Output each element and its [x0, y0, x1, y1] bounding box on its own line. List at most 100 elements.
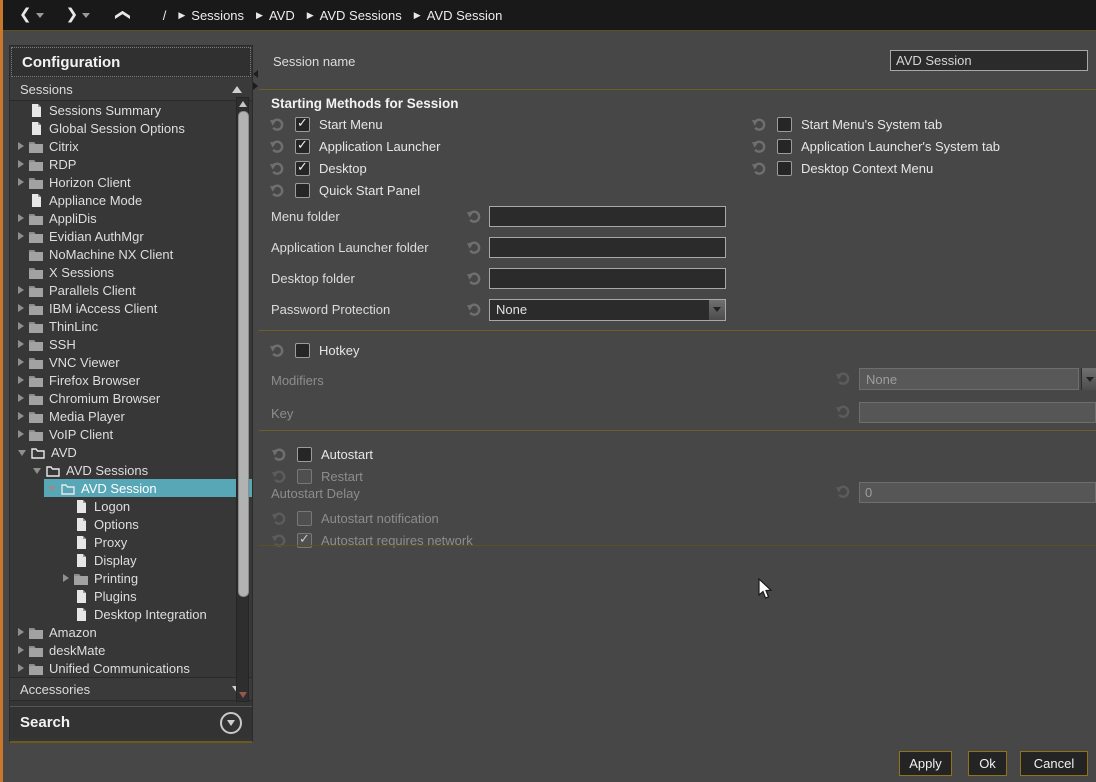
expand-arrow-icon[interactable] [18, 646, 24, 654]
password-protection-dropdown-icon[interactable] [708, 300, 725, 320]
revert-icon[interactable] [269, 161, 287, 176]
scrollbar-thumb[interactable] [238, 111, 249, 597]
tree-item-rdp[interactable]: RDP [10, 155, 252, 173]
expand-arrow-icon[interactable] [18, 304, 24, 312]
cancel-button[interactable]: Cancel [1020, 751, 1088, 776]
revert-icon[interactable] [269, 139, 287, 154]
tree-item-vnc-viewer[interactable]: VNC Viewer [10, 353, 252, 371]
expand-arrow-icon[interactable] [18, 322, 24, 330]
tree-item-global-session-options[interactable]: Global Session Options [10, 119, 252, 137]
expand-arrow-icon[interactable] [18, 664, 24, 672]
scroll-down-icon[interactable] [239, 692, 247, 698]
back-history-dropdown-icon[interactable] [36, 13, 44, 18]
collapse-arrow-icon[interactable] [48, 486, 56, 492]
forward-history-dropdown-icon[interactable] [82, 13, 90, 18]
tree-item-display[interactable]: Display [10, 551, 252, 569]
tree-item-media-player[interactable]: Media Player [10, 407, 252, 425]
revert-icon[interactable] [269, 183, 287, 198]
tree-item-parallels-client[interactable]: Parallels Client [10, 281, 252, 299]
tree-item-evidian-authmgr[interactable]: Evidian AuthMgr [10, 227, 252, 245]
collapse-arrow-icon[interactable] [18, 450, 26, 456]
tree-item-chromium-browser[interactable]: Chromium Browser [10, 389, 252, 407]
tree-item-options[interactable]: Options [10, 515, 252, 533]
tree-item-proxy[interactable]: Proxy [10, 533, 252, 551]
tree-item-plugins[interactable]: Plugins [10, 587, 252, 605]
breadcrumb-item[interactable]: AVD [269, 8, 295, 23]
revert-icon[interactable] [269, 117, 287, 132]
tree-item-desktop-integration[interactable]: Desktop Integration [10, 605, 252, 623]
splitter-expand-icon[interactable] [253, 82, 258, 90]
expand-arrow-icon[interactable] [18, 430, 24, 438]
application-launcher-folder-input[interactable] [489, 237, 726, 258]
tree-item-firefox-browser[interactable]: Firefox Browser [10, 371, 252, 389]
tree-item-x-sessions[interactable]: X Sessions [10, 263, 252, 281]
tree-item-printing[interactable]: Printing [10, 569, 252, 587]
search-panel[interactable]: Search [10, 706, 252, 738]
tree-item-applidis[interactable]: AppliDis [10, 209, 252, 227]
tree-item-deskmate[interactable]: deskMate [10, 641, 252, 659]
collapse-arrow-icon[interactable] [33, 468, 41, 474]
revert-icon[interactable] [751, 161, 769, 176]
revert-icon[interactable] [751, 139, 769, 154]
tree-item-avd-session[interactable]: AVD Session [10, 479, 252, 497]
tree-item-ssh[interactable]: SSH [10, 335, 252, 353]
start-menu-checkbox[interactable] [295, 117, 310, 132]
revert-icon[interactable] [751, 117, 769, 132]
splitter-collapse-icon[interactable] [253, 70, 258, 78]
hotkey-checkbox[interactable] [295, 343, 310, 358]
expand-arrow-icon[interactable] [18, 286, 24, 294]
revert-icon[interactable] [466, 209, 484, 224]
start-menu-s-system-tab-checkbox[interactable] [777, 117, 792, 132]
expand-arrow-icon[interactable] [18, 214, 24, 222]
breadcrumb-item[interactable]: AVD Sessions [320, 8, 402, 23]
expand-arrow-icon[interactable] [18, 142, 24, 150]
session-name-input[interactable] [890, 50, 1088, 71]
section-header-accessories[interactable]: Accessories [10, 677, 252, 701]
application-launcher-checkbox[interactable] [295, 139, 310, 154]
expand-arrow-icon[interactable] [63, 574, 69, 582]
application-launcher-s-system-tab-checkbox[interactable] [777, 139, 792, 154]
revert-icon[interactable] [271, 447, 289, 462]
desktop-checkbox[interactable] [295, 161, 310, 176]
back-icon[interactable]: ❮ [19, 0, 32, 30]
quick-start-panel-checkbox[interactable] [295, 183, 310, 198]
tree-item-ibm-iaccess-client[interactable]: IBM iAccess Client [10, 299, 252, 317]
expand-arrow-icon[interactable] [18, 358, 24, 366]
scroll-up-icon[interactable] [239, 101, 247, 107]
tree-item-logon[interactable]: Logon [10, 497, 252, 515]
expand-arrow-icon[interactable] [18, 628, 24, 636]
expand-arrow-icon[interactable] [18, 412, 24, 420]
search-expand-icon[interactable] [220, 712, 242, 734]
revert-icon[interactable] [466, 240, 484, 255]
password-protection-select[interactable]: None [489, 299, 726, 321]
expand-arrow-icon[interactable] [18, 232, 24, 240]
sidebar-scrollbar[interactable] [236, 97, 249, 702]
breadcrumb-item[interactable]: Sessions [191, 8, 244, 23]
tree-item-unified-communications[interactable]: Unified Communications [10, 659, 252, 677]
tree-item-citrix[interactable]: Citrix [10, 137, 252, 155]
tree-item-voip-client[interactable]: VoIP Client [10, 425, 252, 443]
section-header-sessions[interactable]: Sessions [10, 78, 252, 101]
up-icon[interactable]: ❮ [107, 9, 137, 22]
desktop-context-menu-checkbox[interactable] [777, 161, 792, 176]
tree-item-sessions-summary[interactable]: Sessions Summary [10, 101, 252, 119]
tree-item-nomachine-nx-client[interactable]: NoMachine NX Client [10, 245, 252, 263]
revert-icon[interactable] [269, 343, 287, 358]
expand-arrow-icon[interactable] [18, 160, 24, 168]
tree-item-horizon-client[interactable]: Horizon Client [10, 173, 252, 191]
tree-item-avd-sessions[interactable]: AVD Sessions [10, 461, 252, 479]
tree-item-appliance-mode[interactable]: Appliance Mode [10, 191, 252, 209]
expand-arrow-icon[interactable] [18, 394, 24, 402]
revert-icon[interactable] [466, 302, 484, 317]
ok-button[interactable]: Ok [968, 751, 1007, 776]
breadcrumb-item[interactable]: AVD Session [427, 8, 503, 23]
expand-arrow-icon[interactable] [18, 178, 24, 186]
revert-icon[interactable] [466, 271, 484, 286]
forward-icon[interactable]: ❯ [66, 0, 79, 30]
apply-button[interactable]: Apply [899, 751, 952, 776]
tree-item-amazon[interactable]: Amazon [10, 623, 252, 641]
desktop-folder-input[interactable] [489, 268, 726, 289]
tree-item-avd[interactable]: AVD [10, 443, 252, 461]
autostart-checkbox[interactable] [297, 447, 312, 462]
expand-arrow-icon[interactable] [18, 376, 24, 384]
